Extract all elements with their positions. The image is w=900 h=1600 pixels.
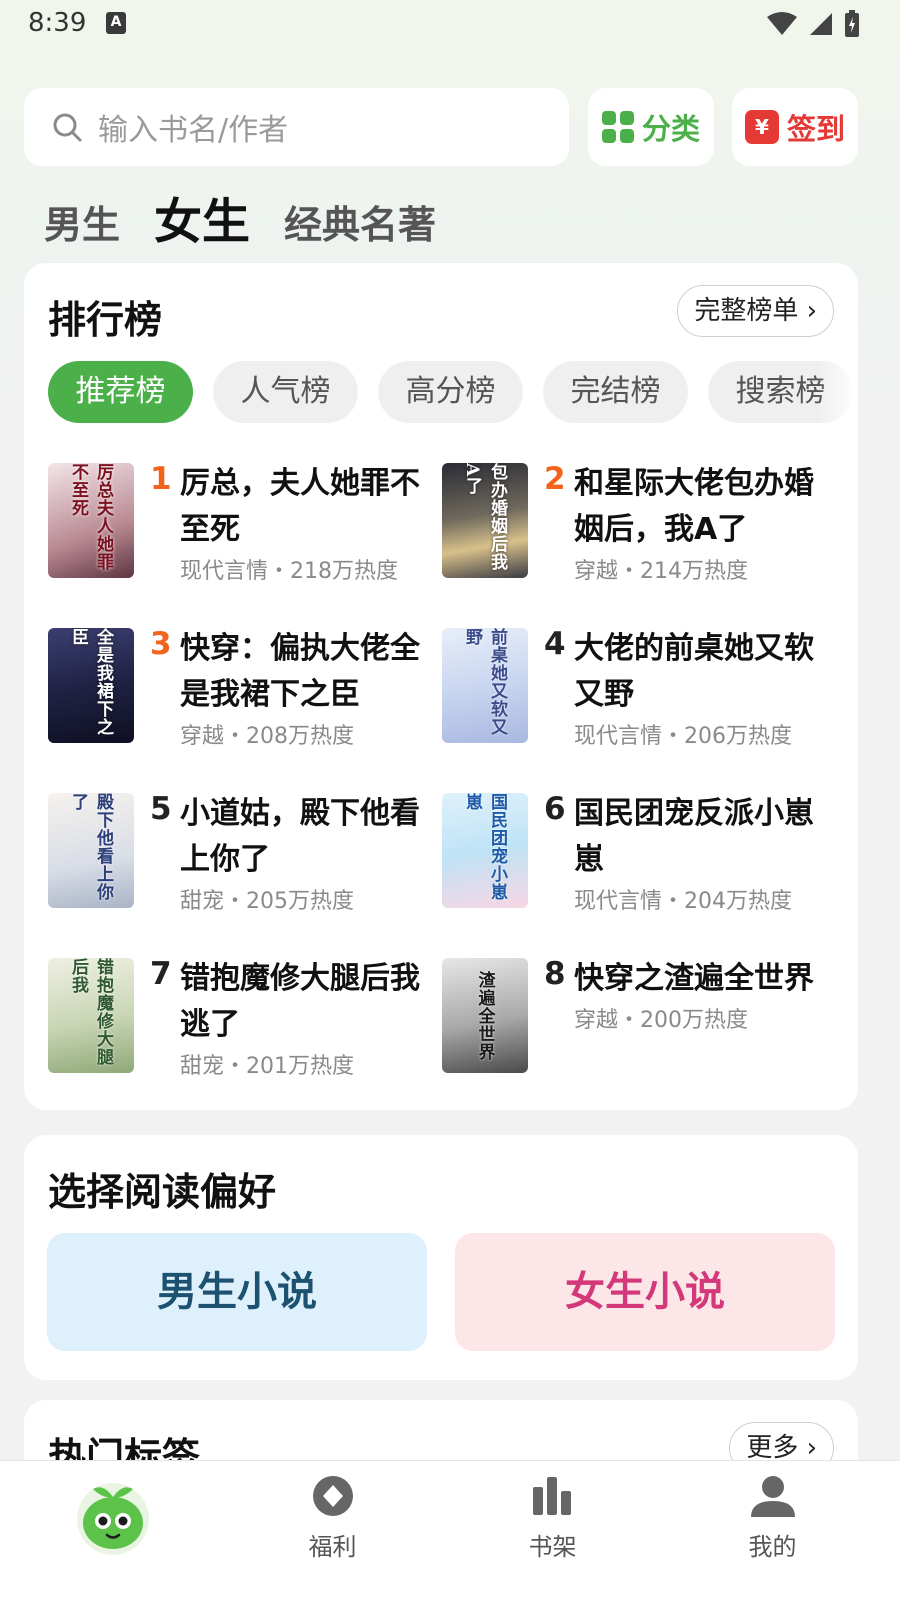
user-icon: [750, 1476, 795, 1517]
status-bar: 8:39 A: [0, 0, 900, 50]
status-icons: [766, 10, 860, 38]
signin-calendar-icon: ¥: [744, 110, 779, 144]
search-placeholder: 输入书名/作者: [98, 113, 289, 148]
cover-title: 厉总夫人她罪不至死: [68, 463, 113, 571]
book-rank: 6: [544, 791, 566, 827]
rank-tab-popular[interactable]: 人气榜: [213, 361, 358, 423]
book-meta: 现代言情・218万热度: [180, 559, 398, 584]
cover-title: 殿下他看上你了: [68, 793, 113, 901]
book-item[interactable]: 渣遍全世界 8 快穿之渣遍全世界 穿越・200万热度: [442, 956, 836, 1096]
cover-title: 渣遍全世界: [474, 970, 495, 1061]
book-rank: 2: [544, 461, 566, 497]
book-meta: 现代言情・206万热度: [574, 724, 792, 749]
book-item[interactable]: 殿下他看上你了 5 小道姑，殿下他看上你了 甜宠・205万热度: [48, 791, 442, 931]
book-cover: 全是我裙下之臣: [48, 628, 134, 743]
book-cover: 殿下他看上你了: [48, 793, 134, 908]
category-grid-icon: [601, 111, 634, 143]
ranking-card: 排行榜 完整榜单 › 推荐榜 人气榜 高分榜 完结榜 搜索榜 厉总夫人她罪不至死…: [24, 263, 858, 1110]
book-meta: 穿越・200万热度: [574, 1008, 748, 1033]
preference-title: 选择阅读偏好: [48, 1170, 277, 1214]
book-title: 小道姑，殿下他看上你了: [180, 796, 420, 877]
book-title: 错抱魔修大腿后我逃了: [180, 961, 420, 1042]
book-title: 国民团宠反派小崽崽: [574, 796, 814, 877]
book-rank: 7: [150, 956, 172, 992]
book-cover: 国民团宠小崽崽: [442, 793, 528, 908]
category-label: 分类: [641, 112, 700, 146]
nav-mine[interactable]: 我的: [660, 1461, 885, 1600]
diamond-icon: [312, 1476, 353, 1516]
book-rank: 3: [150, 626, 172, 662]
book-item[interactable]: 前桌她又软又野 4 大佬的前桌她又软又野 现代言情・206万热度: [442, 626, 836, 766]
cover-title: 错抱魔修大腿后我: [68, 958, 113, 1066]
battery-icon: [845, 10, 859, 37]
book-cover: 厉总夫人她罪不至死: [48, 463, 134, 578]
book-title: 快穿之渣遍全世界: [574, 961, 814, 996]
book-rank: 4: [544, 626, 566, 662]
signin-label: 签到: [786, 112, 845, 146]
tab-classics[interactable]: 经典名著: [284, 194, 436, 249]
cover-title: 前桌她又软又野: [462, 628, 507, 736]
book-title: 大佬的前桌她又软又野: [574, 631, 814, 712]
book-item[interactable]: 国民团宠小崽崽 6 国民团宠反派小崽崽 现代言情・204万热度: [442, 791, 836, 931]
cover-title: 包办婚姻后我A了: [462, 463, 507, 571]
tab-female[interactable]: 女生: [154, 182, 250, 252]
rank-tab-recommend[interactable]: 推荐榜: [48, 361, 193, 423]
book-cover: 错抱魔修大腿后我: [48, 958, 134, 1073]
cover-title: 全是我裙下之臣: [68, 628, 113, 736]
status-time: 8:39: [28, 8, 87, 38]
book-item[interactable]: 厉总夫人她罪不至死 1 厉总，夫人她罪不至死 现代言情・218万热度: [48, 461, 442, 601]
nav-welfare-label: 福利: [308, 1533, 357, 1561]
book-cover: 前桌她又软又野: [442, 628, 528, 743]
wifi-icon: [767, 12, 797, 35]
full-ranking-button[interactable]: 完整榜单 ›: [677, 285, 834, 337]
rank-tab-completed[interactable]: 完结榜: [543, 361, 688, 423]
bottom-nav: 福利 书架 我的: [0, 1460, 900, 1600]
book-title: 厉总，夫人她罪不至死: [180, 466, 420, 547]
nav-bookshelf-label: 书架: [528, 1533, 577, 1561]
signal-icon: [810, 13, 832, 35]
nav-bookshelf[interactable]: 书架: [440, 1461, 665, 1600]
ranking-tabs: 推荐榜 人气榜 高分榜 完结榜 搜索榜: [48, 361, 858, 423]
book-rank: 1: [150, 461, 172, 497]
book-rank: 8: [544, 956, 566, 992]
book-item[interactable]: 错抱魔修大腿后我 7 错抱魔修大腿后我逃了 甜宠・201万热度: [48, 956, 442, 1096]
preference-card: 选择阅读偏好 男生小说 女生小说: [24, 1135, 858, 1380]
female-novel-button[interactable]: 女生小说: [455, 1233, 835, 1351]
book-rank: 5: [150, 791, 172, 827]
channel-tabs: 男生 女生 经典名著: [44, 182, 436, 252]
tab-male[interactable]: 男生: [44, 194, 120, 249]
bookshelf-icon: [532, 1477, 571, 1515]
category-button[interactable]: 分类: [588, 88, 714, 166]
search-icon: [53, 113, 82, 142]
signin-button[interactable]: ¥ 签到: [732, 88, 858, 166]
tabs-fade: [818, 361, 858, 423]
book-title: 快穿：偏执大佬全是我裙下之臣: [180, 631, 420, 712]
app-mascot-icon: [76, 1483, 149, 1555]
book-meta: 穿越・214万热度: [574, 559, 748, 584]
ranking-title: 排行榜: [48, 298, 163, 342]
nav-home[interactable]: [0, 1461, 225, 1600]
search-input[interactable]: 输入书名/作者: [24, 88, 569, 166]
book-meta: 穿越・208万热度: [180, 724, 354, 749]
book-item[interactable]: 全是我裙下之臣 3 快穿：偏执大佬全是我裙下之臣 穿越・208万热度: [48, 626, 442, 766]
nav-welfare[interactable]: 福利: [220, 1461, 445, 1600]
book-meta: 甜宠・205万热度: [180, 889, 354, 914]
male-novel-button[interactable]: 男生小说: [47, 1233, 427, 1351]
book-meta: 现代言情・204万热度: [574, 889, 792, 914]
nav-mine-label: 我的: [748, 1533, 797, 1561]
book-item[interactable]: 包办婚姻后我A了 2 和星际大佬包办婚姻后，我A了 穿越・214万热度: [442, 461, 836, 601]
book-title: 和星际大佬包办婚姻后，我A了: [574, 466, 814, 547]
book-cover: 渣遍全世界: [442, 958, 528, 1073]
notification-icon: A: [106, 12, 126, 34]
rank-tab-high-score[interactable]: 高分榜: [378, 361, 523, 423]
cover-title: 国民团宠小崽崽: [462, 793, 507, 901]
book-cover: 包办婚姻后我A了: [442, 463, 528, 578]
book-meta: 甜宠・201万热度: [180, 1054, 354, 1079]
